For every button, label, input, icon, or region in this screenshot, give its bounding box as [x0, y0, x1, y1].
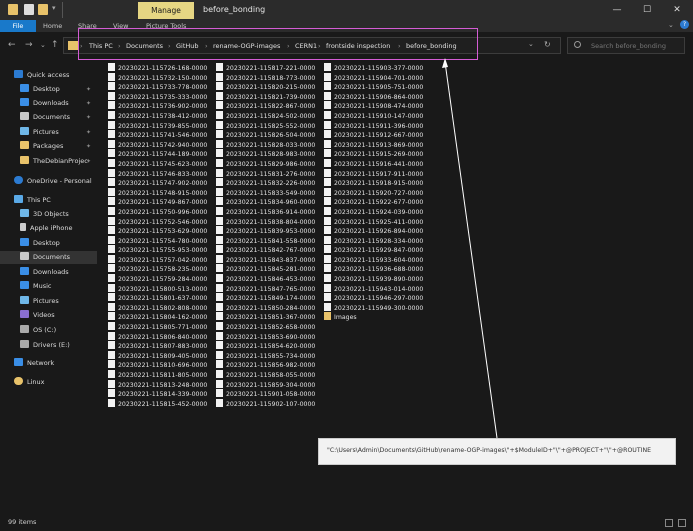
- details-view-icon[interactable]: [665, 519, 673, 527]
- code-callout: "C:\Users\Admin\Documents\GitHub\rename-…: [318, 438, 676, 465]
- large-icons-view-icon[interactable]: [678, 519, 686, 527]
- item-count: 99 items: [8, 518, 37, 526]
- status-bar: 99 items: [0, 515, 693, 531]
- callout-text: "C:\Users\Admin\Documents\GitHub\rename-…: [327, 447, 651, 454]
